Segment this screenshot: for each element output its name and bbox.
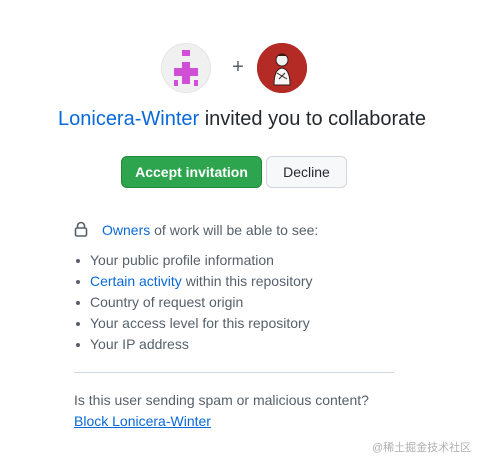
decline-button[interactable]: Decline bbox=[266, 156, 347, 188]
list-item: Country of request origin bbox=[74, 292, 404, 313]
bullet-icon bbox=[76, 280, 80, 284]
bullet-icon bbox=[76, 322, 80, 326]
bullet-icon bbox=[76, 259, 80, 263]
list-item: Your IP address bbox=[74, 334, 404, 355]
user-avatar-icon bbox=[257, 43, 307, 93]
accept-invitation-button[interactable]: Accept invitation bbox=[121, 156, 262, 188]
visible-info-list: Your public profile information Certain … bbox=[74, 250, 404, 355]
invitation-page: + Lonicera-Winter invited you to collabo… bbox=[0, 0, 484, 467]
list-item: Your public profile information bbox=[74, 250, 404, 271]
owners-text: of work will be able to see: bbox=[150, 222, 319, 238]
list-item: Your access level for this repository bbox=[74, 313, 404, 334]
plus-sign: + bbox=[232, 56, 244, 78]
inviter-avatar[interactable] bbox=[161, 43, 211, 93]
watermark: @稀土掘金技术社区 bbox=[372, 442, 472, 454]
page-title: Lonicera-Winter invited you to collabora… bbox=[0, 105, 484, 133]
spam-question: Is this user sending spam or malicious c… bbox=[74, 392, 369, 408]
invitation-message: invited you to collaborate bbox=[199, 108, 426, 130]
inviter-link[interactable]: Lonicera-Winter bbox=[58, 108, 199, 130]
block-user-link[interactable]: Block Lonicera-Winter bbox=[74, 411, 211, 431]
list-item: Certain activity within this repository bbox=[74, 271, 404, 292]
identicon-icon bbox=[162, 44, 210, 92]
owners-notice: Owners of work will be able to see: bbox=[74, 220, 404, 240]
invitee-avatar[interactable] bbox=[257, 43, 307, 93]
divider bbox=[74, 372, 394, 373]
bullet-icon bbox=[76, 301, 80, 305]
owners-link[interactable]: Owners bbox=[102, 222, 150, 238]
lock-icon bbox=[74, 221, 90, 239]
certain-activity-link[interactable]: Certain activity bbox=[90, 273, 182, 289]
bullet-icon bbox=[76, 343, 80, 347]
avatars-row: + bbox=[0, 43, 484, 93]
